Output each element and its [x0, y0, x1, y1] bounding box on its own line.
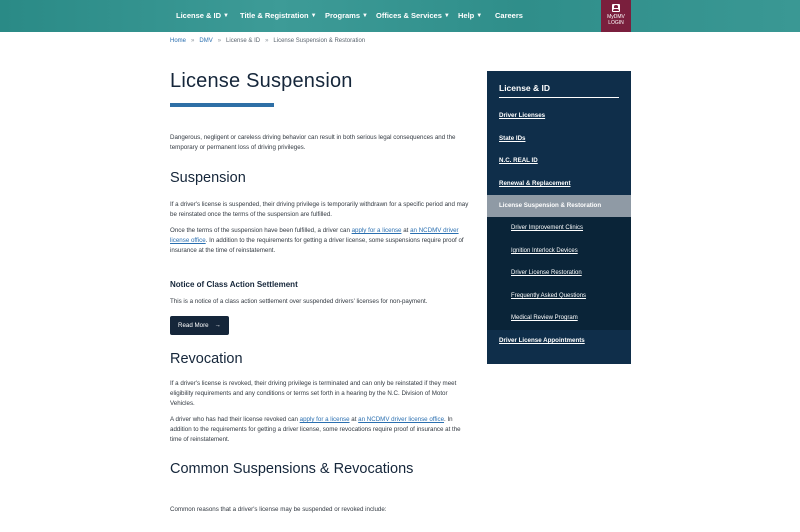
- sidebar-title: License & ID: [499, 83, 551, 93]
- read-more-label: Read More: [178, 322, 209, 329]
- top-nav-bar: License & ID ▼ Title & Registration ▼ Prog…: [0, 0, 800, 32]
- nav-help[interactable]: Help ▼: [458, 0, 482, 32]
- breadcrumb-current: License Suspension & Restoration: [273, 38, 366, 44]
- main-content: License Suspension Dangerous, negligent …: [170, 70, 470, 515]
- title-underline: [170, 103, 274, 107]
- mydmv-login-button[interactable]: MyDMV LOGIN: [601, 0, 631, 32]
- sidebar-subitem-medical[interactable]: Medical Review Program: [511, 315, 578, 321]
- breadcrumb-license-id: License & ID: [226, 38, 261, 44]
- sidebar-nav: License & ID Driver Licenses State IDs N…: [487, 71, 631, 364]
- nav-label: Programs: [325, 11, 361, 20]
- intro-paragraph: Dangerous, negligent or careless driving…: [170, 134, 456, 151]
- text: at: [401, 227, 411, 234]
- sidebar-subitem-interlock[interactable]: Ignition Interlock Devices: [511, 248, 578, 254]
- breadcrumb-separator: »: [191, 38, 195, 44]
- suspension-paragraph-1: If a driver's license is suspended, thei…: [170, 201, 469, 218]
- nav-offices-services[interactable]: Offices & Services ▼: [376, 0, 450, 32]
- apply-license-link[interactable]: apply for a license: [352, 227, 402, 234]
- sidebar-subitem-faq[interactable]: Frequently Asked Questions: [511, 293, 586, 299]
- text: Once the terms of the suspension have be…: [170, 227, 352, 234]
- breadcrumb: Home » DMV » License & ID » License Suspension…: [170, 38, 365, 44]
- sidebar-subitem-restoration[interactable]: Driver License Restoration: [511, 270, 582, 276]
- user-icon: [612, 4, 620, 12]
- suspension-heading: Suspension: [170, 170, 246, 186]
- nav-programs[interactable]: Programs ▼: [325, 0, 368, 32]
- sidebar-item-driver-licenses[interactable]: Driver Licenses: [499, 112, 545, 119]
- page-title: License Suspension: [170, 70, 353, 92]
- nav-title-registration[interactable]: Title & Registration ▼: [240, 0, 317, 32]
- notice-paragraph: This is a notice of a class action settl…: [170, 298, 428, 305]
- notice-heading: Notice of Class Action Settlement: [170, 280, 298, 289]
- suspension-paragraph-2: Once the terms of the suspension have be…: [170, 226, 470, 256]
- sidebar-item-active[interactable]: License Suspension & Restoration: [487, 195, 631, 217]
- common-heading: Common Suspensions & Revocations: [170, 461, 414, 477]
- sidebar-active-label: License Suspension & Restoration: [499, 202, 602, 209]
- dmv-office-link[interactable]: an NCDMV driver license office: [358, 416, 444, 423]
- arrow-right-icon: →: [214, 322, 221, 329]
- text: A driver who has had their license revok…: [170, 416, 300, 423]
- sidebar-subitem-clinics[interactable]: Driver Improvement Clinics: [511, 225, 583, 231]
- breadcrumb-dmv[interactable]: DMV: [199, 38, 212, 44]
- sidebar-item-renewal[interactable]: Renewal & Replacement: [499, 180, 571, 187]
- nav-label: Help: [458, 11, 475, 20]
- nav-label: Offices & Services: [376, 11, 442, 20]
- chevron-down-icon: ▼: [223, 13, 229, 19]
- breadcrumb-home[interactable]: Home: [170, 38, 186, 44]
- read-more-button[interactable]: Read More →: [170, 316, 229, 335]
- breadcrumb-separator: »: [265, 38, 269, 44]
- sidebar-item-appointments[interactable]: Driver License Appointments: [499, 337, 585, 344]
- revocation-paragraph-1: If a driver's license is revoked, their …: [170, 380, 457, 407]
- chevron-down-icon: ▼: [362, 13, 368, 19]
- account-line2: LOGIN: [608, 20, 624, 26]
- breadcrumb-separator: »: [217, 38, 222, 44]
- nav-label: Title & Registration: [240, 11, 309, 20]
- nav-careers[interactable]: Careers: [495, 0, 523, 32]
- text: at: [349, 416, 359, 423]
- chevron-down-icon: ▼: [476, 13, 483, 19]
- text: . In addition to the requirements for ge…: [170, 237, 464, 254]
- nav-label: License & ID: [176, 11, 222, 20]
- sidebar-submenu: Driver Improvement Clinics Ignition Inte…: [487, 217, 631, 330]
- chevron-down-icon: ▼: [310, 13, 317, 19]
- revocation-heading: Revocation: [170, 351, 243, 367]
- nav-license-id[interactable]: License & ID ▼: [176, 0, 229, 32]
- chevron-down-icon: ▼: [443, 13, 450, 19]
- nav-label: Careers: [495, 11, 523, 20]
- sidebar-item-state-ids[interactable]: State IDs: [499, 135, 525, 142]
- sidebar-item-real-id[interactable]: N.C. REAL ID: [499, 157, 538, 164]
- sidebar-divider: [499, 97, 619, 98]
- common-paragraph: Common reasons that a driver's license m…: [170, 506, 387, 513]
- apply-license-link[interactable]: apply for a license: [300, 416, 350, 423]
- revocation-paragraph-2: A driver who has had their license revok…: [170, 415, 470, 445]
